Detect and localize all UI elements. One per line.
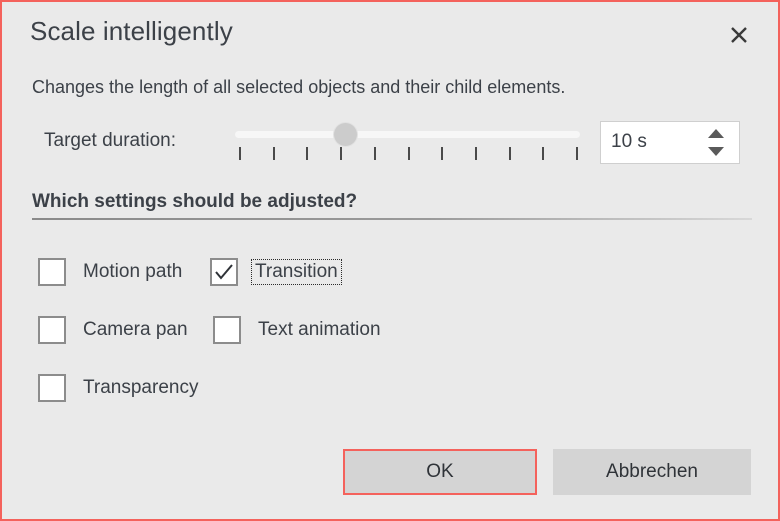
slider-tick [542, 147, 545, 160]
settings-section-header: Which settings should be adjusted? [32, 191, 358, 212]
target-duration-label: Target duration: [44, 130, 177, 151]
checkbox-motion-path[interactable]: Motion path [38, 252, 186, 292]
target-duration-spinner[interactable]: 10 s [600, 121, 740, 164]
triangle-up-icon [707, 128, 725, 139]
dialog-title-bar: Scale intelligently [2, 2, 778, 64]
check-icon [214, 263, 234, 281]
dialog-button-row: OK Abbrechen [2, 449, 778, 495]
checkbox-row: Transparency [2, 368, 778, 426]
checkbox-label: Text animation [258, 319, 381, 340]
spinner-decrement-button[interactable] [707, 146, 725, 160]
checkbox-box[interactable] [213, 316, 241, 344]
close-icon [729, 25, 749, 45]
checkbox-transition[interactable]: Transition [210, 252, 342, 292]
slider-tick [576, 147, 578, 160]
checkbox-camera-pan[interactable]: Camera pan [38, 310, 192, 350]
slider-tick [373, 147, 376, 160]
checkbox-label: Transparency [83, 377, 199, 398]
page-title: Scale intelligently [30, 16, 233, 46]
triangle-down-icon [707, 146, 725, 157]
spinner-increment-button[interactable] [707, 128, 725, 142]
slider-tick [340, 147, 343, 160]
checkbox-box[interactable] [38, 258, 66, 286]
checkbox-box[interactable] [38, 316, 66, 344]
slider-track[interactable] [235, 131, 580, 138]
checkbox-label: Transition [251, 259, 342, 285]
settings-checkbox-grid: Motion path Transition Camera pan Text a… [2, 252, 778, 426]
slider-tick [508, 147, 511, 160]
slider-tick [407, 147, 410, 160]
slider-tick-marks [239, 147, 578, 161]
slider-tick [272, 147, 275, 160]
slider-tick [441, 147, 444, 160]
ok-button[interactable]: OK [343, 449, 537, 495]
checkbox-label: Camera pan [83, 319, 188, 340]
dialog-description: Changes the length of all selected objec… [32, 77, 566, 97]
target-duration-slider[interactable] [235, 120, 580, 168]
duration-value[interactable]: 10 s [611, 131, 647, 153]
cancel-button[interactable]: Abbrechen [553, 449, 751, 495]
slider-thumb[interactable] [333, 123, 357, 146]
close-button[interactable] [722, 18, 756, 52]
checkbox-text-animation[interactable]: Text animation [213, 310, 385, 350]
checkbox-transparency[interactable]: Transparency [38, 368, 202, 408]
checkbox-row: Camera pan Text animation [2, 310, 778, 368]
section-divider [32, 218, 752, 220]
scale-intelligently-dialog: Scale intelligently Changes the length o… [0, 0, 780, 521]
slider-tick [306, 147, 309, 160]
checkbox-label: Motion path [83, 261, 183, 282]
checkbox-row: Motion path Transition [2, 252, 778, 310]
slider-tick [474, 147, 477, 160]
spinner-arrows [707, 128, 725, 160]
checkbox-box[interactable] [38, 374, 66, 402]
slider-tick [239, 147, 241, 160]
checkbox-box[interactable] [210, 258, 238, 286]
